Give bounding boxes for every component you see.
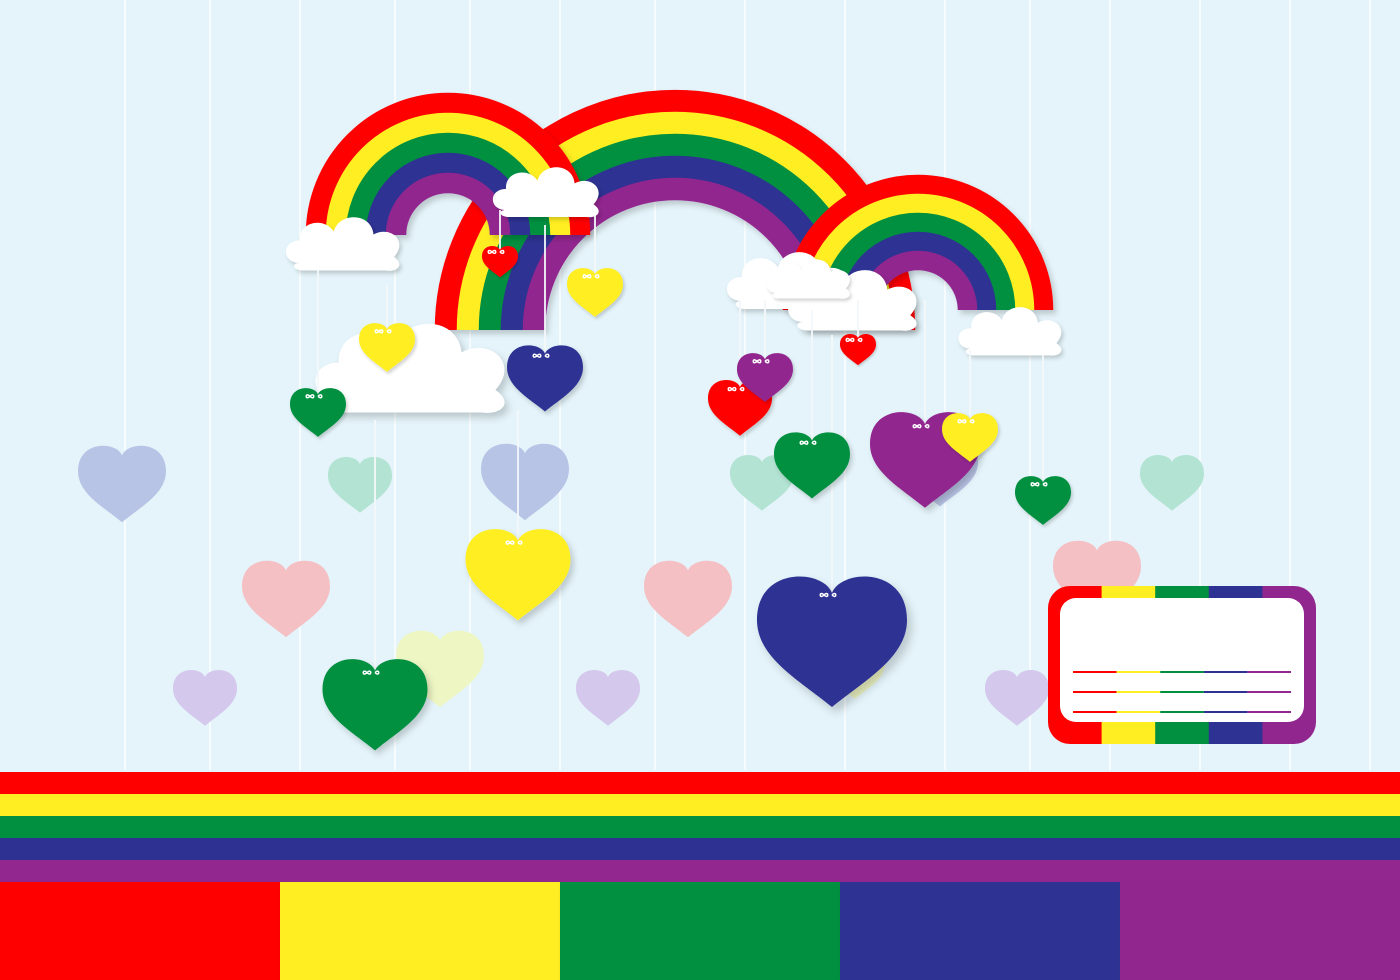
color-swatches	[0, 882, 1400, 980]
pastel-heart	[481, 443, 569, 521]
label-card-body	[1060, 598, 1304, 722]
swatch-purple	[1120, 882, 1400, 980]
pastel-heart	[576, 670, 640, 726]
cloud-right	[958, 307, 1062, 356]
heart-icon	[576, 670, 640, 726]
pastel-heart	[985, 670, 1049, 726]
stripe-green	[0, 816, 1400, 838]
swatch-green	[560, 882, 840, 980]
hanging-heart	[507, 345, 583, 412]
swatch-yellow	[280, 882, 560, 980]
blank-label-card	[1048, 586, 1316, 744]
cloud-icon	[958, 307, 1062, 356]
heart-icon	[242, 560, 330, 638]
heart-icon	[328, 457, 392, 513]
heart-icon	[78, 445, 166, 523]
pastel-heart	[173, 670, 237, 726]
heart-icon	[985, 670, 1049, 726]
swatch-red	[0, 882, 280, 980]
rainbows-layer	[305, 89, 1054, 331]
hanging-heart	[290, 388, 346, 437]
hanging-heart	[1015, 476, 1071, 525]
pastel-heart	[644, 560, 732, 638]
heart-icon	[173, 670, 237, 726]
hanging-heart	[567, 268, 623, 317]
hanging-heart	[322, 659, 428, 751]
stripe-yellow	[0, 794, 1400, 816]
swatch-blue	[840, 882, 1120, 980]
hanging-heart	[465, 529, 571, 621]
pride-rainbow-hearts-illustration	[0, 0, 1400, 980]
illustration-canvas	[0, 0, 1400, 980]
heart-icon	[757, 576, 907, 707]
heart-icon	[1140, 455, 1204, 511]
stripe-blue	[0, 838, 1400, 860]
pastel-heart	[242, 560, 330, 638]
pastel-heart	[1140, 455, 1204, 511]
pastel-heart	[78, 445, 166, 523]
stripe-purple	[0, 860, 1400, 882]
rainbow-stripes	[0, 772, 1400, 882]
stripe-red	[0, 772, 1400, 794]
heart-icon	[481, 443, 569, 521]
bright-hearts-layer	[290, 245, 1071, 751]
hanging-heart	[757, 576, 907, 707]
heart-icon	[644, 560, 732, 638]
pastel-heart	[328, 457, 392, 513]
